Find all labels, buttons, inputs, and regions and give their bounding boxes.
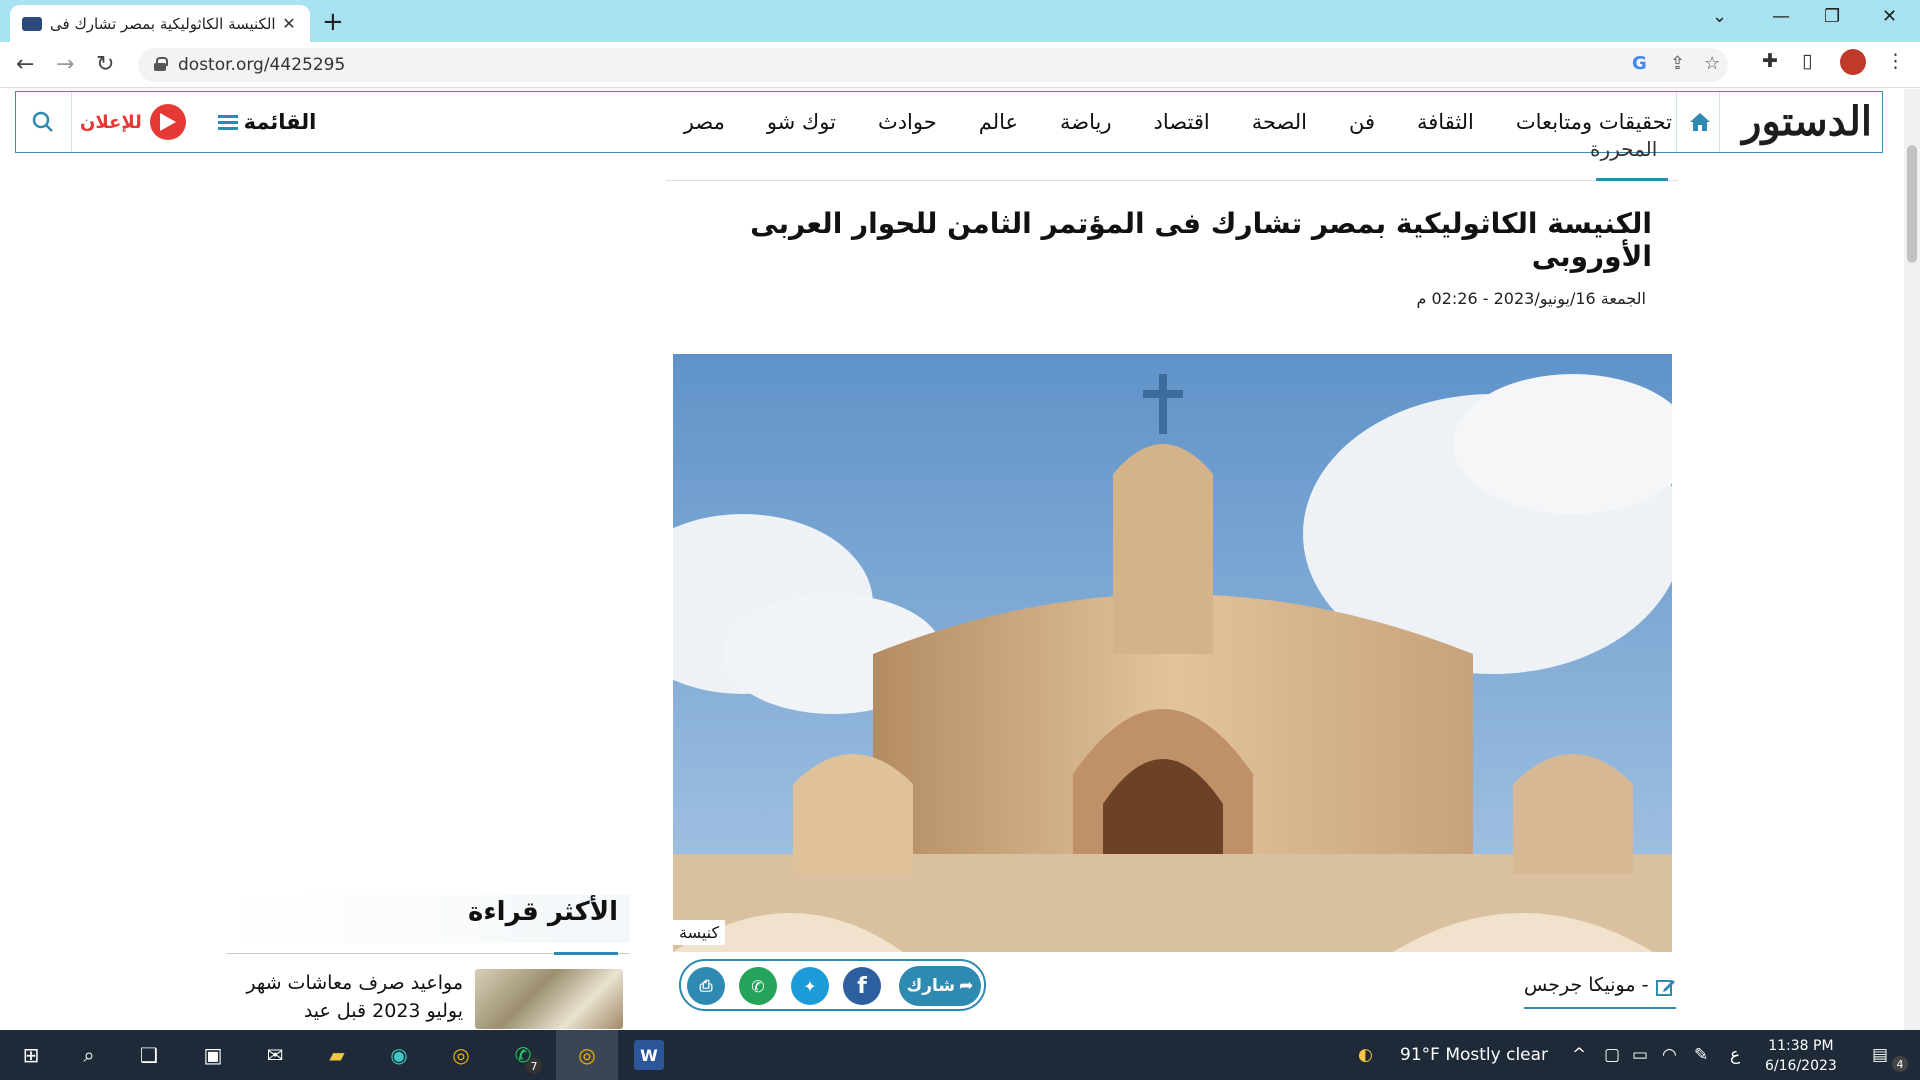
share-arrow-icon: ➦: [959, 976, 974, 996]
back-icon[interactable]: ←: [16, 52, 34, 77]
author-underline: [1524, 1007, 1676, 1009]
article-image: [673, 354, 1672, 952]
tab-search-icon[interactable]: ⌄: [1712, 6, 1727, 27]
search-taskbar-icon[interactable]: ⌕: [74, 1040, 104, 1070]
browser-window: الكنيسة الكاثوليكية بمصر تشارك فى ✕ + ⌄ …: [0, 0, 1920, 1080]
home-button[interactable]: [1676, 92, 1720, 152]
browser-toolbar: ← → ↻ dostor.org/4425295 G ⇪ ☆ ✚ ▯ ⋮: [0, 42, 1920, 88]
nav-link[interactable]: الصحة: [1252, 110, 1307, 134]
nav-link[interactable]: توك شو: [767, 110, 836, 134]
profile-avatar[interactable]: [1840, 49, 1866, 75]
battery-icon[interactable]: ▭: [1632, 1045, 1648, 1065]
article-date: الجمعة 16/يونيو/2023 - 02:26 م: [1416, 289, 1646, 308]
advertise-label: للإعلان: [80, 111, 142, 133]
windows-start-icon[interactable]: ⊞: [16, 1040, 46, 1070]
home-icon: [1690, 113, 1710, 131]
page-scrollbar[interactable]: [1904, 89, 1920, 1030]
chrome-active-icon[interactable]: ◎: [572, 1040, 602, 1070]
most-read-title: الأكثر قراءة: [468, 897, 618, 927]
section-label[interactable]: المحررة: [1590, 137, 1657, 167]
scrollbar-thumb[interactable]: [1907, 145, 1917, 263]
input-language[interactable]: ع: [1730, 1045, 1740, 1065]
menu-button[interactable]: القائمة: [212, 92, 322, 152]
share-label: شارك: [906, 976, 956, 996]
nav-link[interactable]: عالم: [979, 110, 1018, 134]
system-clock[interactable]: 11:38 PM 6/16/2023: [1765, 1036, 1837, 1076]
browser-tab[interactable]: الكنيسة الكاثوليكية بمصر تشارك فى ✕: [10, 5, 310, 42]
article-author[interactable]: - مونيكا جرجس: [1524, 974, 1648, 996]
close-tab-icon[interactable]: ✕: [280, 14, 298, 33]
word-icon[interactable]: W: [634, 1040, 664, 1070]
most-read-item-title[interactable]: مواعيد صرف معاشات شهر يوليو 2023 قبل عيد: [245, 969, 463, 1025]
mail-icon[interactable]: ✉: [260, 1040, 290, 1070]
whatsapp-share-icon[interactable]: ✆: [739, 967, 777, 1005]
reload-icon[interactable]: ↻: [96, 52, 114, 77]
most-read-divider: [226, 952, 630, 955]
share-page-icon[interactable]: ⇪: [1670, 53, 1685, 74]
windows-taskbar: ⊞ ⌕ ❑ ▣ ✉ ▰ ◉ ◎ ✆ 7 ◎ W ◐ 91°F Mostly cl…: [0, 1030, 1920, 1080]
weather-icon[interactable]: ◐: [1358, 1045, 1373, 1065]
web-page: الدستور مصر توك شو حوادث عالم رياضة اقتص…: [0, 89, 1904, 1030]
search-icon: [32, 111, 53, 132]
forward-icon[interactable]: →: [56, 52, 74, 77]
pen-icon[interactable]: ✎: [1694, 1045, 1708, 1065]
google-translate-icon[interactable]: G: [1632, 53, 1647, 74]
image-caption: كنيسة: [673, 920, 726, 945]
bookmark-star-icon[interactable]: ☆: [1704, 53, 1720, 74]
url-text: dostor.org/4425295: [178, 55, 346, 75]
restore-icon[interactable]: ❐: [1824, 6, 1840, 27]
clock-time: 11:38 PM: [1768, 1038, 1834, 1054]
app-icon[interactable]: ▣: [198, 1040, 228, 1070]
nav-link[interactable]: تحقيقات ومتابعات: [1516, 110, 1672, 134]
site-logo[interactable]: الدستور: [1742, 98, 1872, 145]
lock-icon[interactable]: [154, 57, 168, 71]
most-read-item-thumbnail[interactable]: [475, 969, 623, 1029]
site-favicon-icon: [22, 16, 42, 31]
print-icon[interactable]: ⎙: [687, 967, 725, 1005]
meet-icon[interactable]: ▢: [1604, 1045, 1620, 1065]
show-hidden-icon[interactable]: ^: [1572, 1045, 1586, 1065]
article-headline: الكنيسة الكاثوليكية بمصر تشارك فى المؤتم…: [750, 207, 1652, 273]
whatsapp-badge: 7: [526, 1058, 542, 1074]
menu-label: القائمة: [243, 110, 317, 134]
nav-link[interactable]: الثقافة: [1417, 110, 1474, 134]
address-bar[interactable]: dostor.org/4425295 G ⇪ ☆: [138, 48, 1728, 82]
edit-pen-icon: [1656, 980, 1675, 996]
nav-link[interactable]: حوادث: [878, 110, 937, 134]
hamburger-icon: [217, 114, 238, 130]
nav-link[interactable]: مصر: [684, 110, 725, 134]
notification-badge: 4: [1892, 1056, 1908, 1072]
nav-link[interactable]: رياضة: [1060, 110, 1111, 134]
extensions-icon[interactable]: ✚: [1762, 50, 1778, 72]
new-tab-icon[interactable]: +: [322, 7, 344, 37]
close-window-icon[interactable]: ✕: [1882, 6, 1897, 27]
tab-strip: الكنيسة الكاثوليكية بمصر تشارك فى ✕ + ⌄ …: [0, 0, 1920, 42]
advertise-button[interactable]: للإعلان: [80, 92, 208, 152]
section-divider: [666, 178, 1678, 181]
task-view-icon[interactable]: ❑: [134, 1040, 164, 1070]
weather-text[interactable]: 91°F Mostly clear: [1400, 1045, 1548, 1065]
tab-title: الكنيسة الكاثوليكية بمصر تشارك فى: [50, 14, 276, 33]
share-bar: ⎙ ✆ ✦ f شارك ➦: [679, 959, 986, 1011]
minimize-icon[interactable]: —: [1772, 6, 1790, 27]
search-button[interactable]: [16, 92, 72, 152]
wifi-icon[interactable]: ◠: [1662, 1045, 1677, 1065]
edge-browser-icon[interactable]: ◉: [384, 1040, 414, 1070]
more-menu-icon[interactable]: ⋮: [1886, 50, 1905, 72]
advertise-icon: [149, 104, 186, 140]
file-explorer-icon[interactable]: ▰: [322, 1040, 352, 1070]
clock-date: 6/16/2023: [1765, 1058, 1837, 1074]
nav-link[interactable]: فن: [1349, 110, 1375, 134]
most-read-header: الأكثر قراءة: [226, 895, 630, 943]
facebook-share-icon[interactable]: f: [843, 967, 881, 1005]
share-button[interactable]: شارك ➦: [899, 966, 981, 1006]
twitter-share-icon[interactable]: ✦: [791, 967, 829, 1005]
side-panel-icon[interactable]: ▯: [1802, 50, 1812, 72]
chrome-icon[interactable]: ◎: [446, 1040, 476, 1070]
notifications-icon[interactable]: ▤: [1872, 1045, 1888, 1065]
main-nav: مصر توك شو حوادث عالم رياضة اقتصاد الصحة…: [684, 92, 1672, 152]
nav-link[interactable]: اقتصاد: [1154, 110, 1210, 134]
